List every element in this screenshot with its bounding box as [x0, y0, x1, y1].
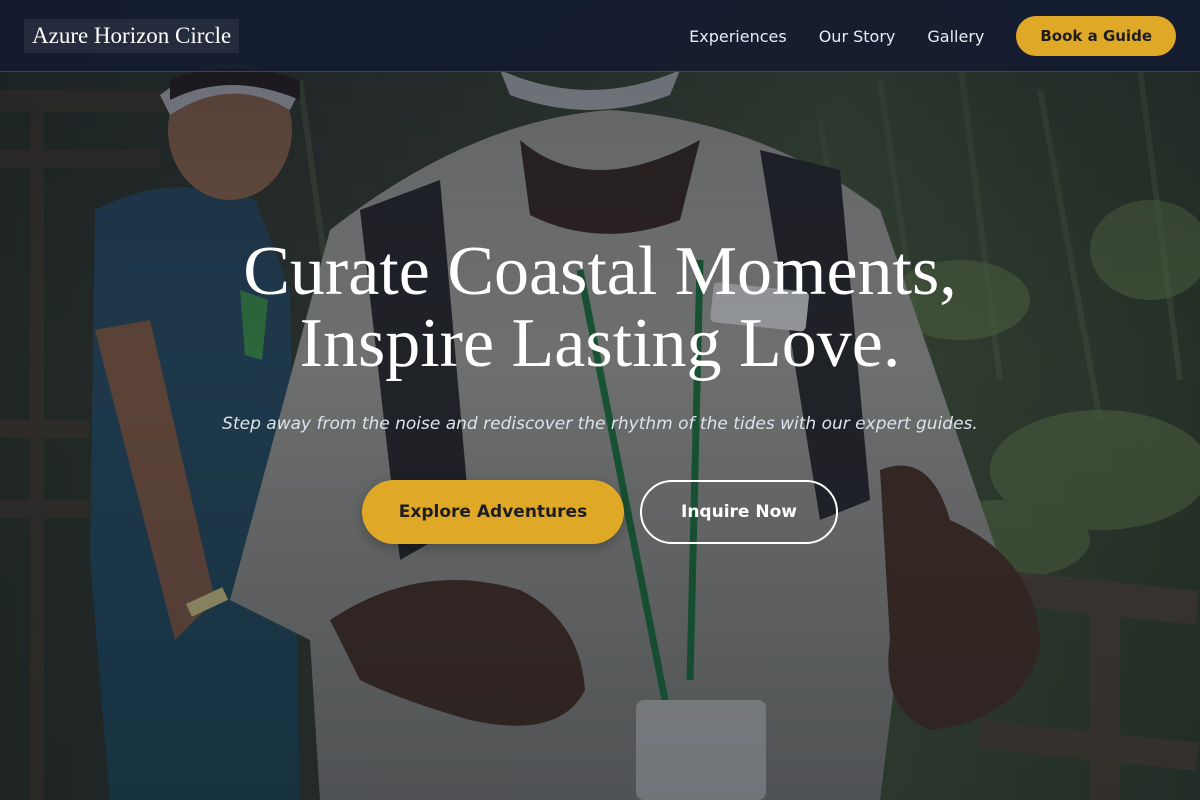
- hero-title-line-1: Curate Coastal Moments,: [243, 233, 957, 310]
- book-a-guide-button[interactable]: Book a Guide: [1016, 16, 1176, 56]
- hero-cta-row: Explore Adventures Inquire Now: [0, 480, 1200, 544]
- nav-link-experiences[interactable]: Experiences: [689, 27, 787, 46]
- nav-link-our-story[interactable]: Our Story: [819, 27, 896, 46]
- landing-page: Azure Horizon Circle Experiences Our Sto…: [0, 0, 1200, 800]
- hero-title-line-2: Inspire Lasting Love.: [299, 305, 901, 382]
- main-nav: Experiences Our Story Gallery Book a Gui…: [689, 0, 1176, 72]
- site-header: Azure Horizon Circle Experiences Our Sto…: [0, 0, 1200, 72]
- explore-adventures-button[interactable]: Explore Adventures: [362, 480, 624, 544]
- nav-link-gallery[interactable]: Gallery: [927, 27, 984, 46]
- inquire-now-button[interactable]: Inquire Now: [640, 480, 838, 544]
- brand-logo[interactable]: Azure Horizon Circle: [24, 19, 240, 53]
- hero-title: Curate Coastal Moments, Inspire Lasting …: [100, 236, 1100, 380]
- hero-section: Curate Coastal Moments, Inspire Lasting …: [0, 236, 1200, 544]
- hero-subtitle: Step away from the noise and rediscover …: [222, 414, 978, 434]
